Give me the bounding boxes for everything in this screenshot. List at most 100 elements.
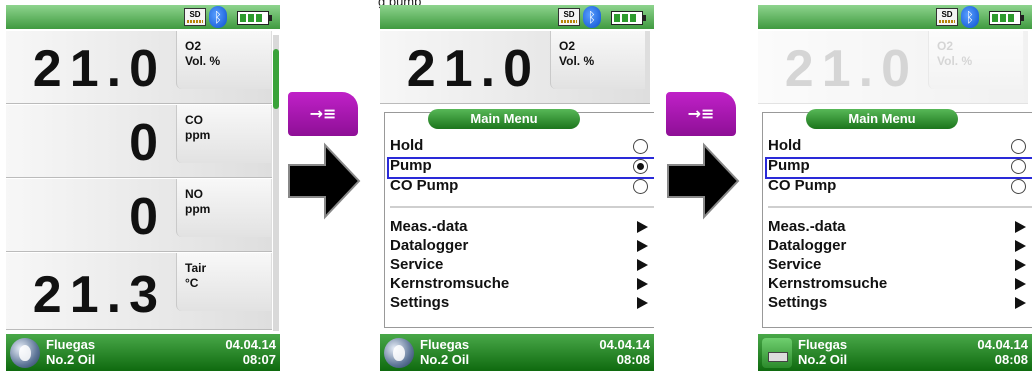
- status-bar: SD ᛒ: [758, 5, 1032, 29]
- reading-label-box: O2 Vol. %: [550, 31, 645, 89]
- fuel-name: No.2 Oil: [420, 352, 470, 367]
- menu-title: Main Menu: [428, 109, 580, 129]
- reading-label-box: Tair °C: [176, 253, 271, 311]
- fuel-name: No.2 Oil: [798, 352, 848, 367]
- menu-item-settings[interactable]: Settings: [768, 294, 827, 312]
- reading-name: O2: [559, 39, 576, 53]
- submenu-arrow-icon: [637, 221, 648, 233]
- sd-card-icon: SD: [184, 8, 206, 26]
- reading-panel-no: 0 NO ppm: [6, 179, 272, 252]
- submenu-arrow-icon: [1015, 278, 1026, 290]
- menu-item-meas-data[interactable]: Meas.-data: [390, 218, 468, 236]
- status-bar: SD ᛒ: [6, 5, 280, 29]
- arrow-right-icon: [288, 142, 361, 220]
- radio-co-pump[interactable]: [1011, 179, 1026, 194]
- reading-label-box: O2 Vol. %: [176, 31, 271, 89]
- date-label: 04.04.14: [977, 337, 1028, 352]
- screen-main-menu-pump-off: SD ᛒ 21.0 O2 Vol. % Main Menu Hold Pump …: [758, 5, 1032, 371]
- menu-separator: [768, 206, 1032, 208]
- submenu-arrow-icon: [637, 240, 648, 252]
- date-label: 04.04.14: [225, 337, 276, 352]
- menu-item-kernstromsuche[interactable]: Kernstromsuche: [768, 275, 887, 293]
- submenu-arrow-icon: [1015, 297, 1026, 309]
- flame-icon: [384, 338, 414, 368]
- fuel-name: No.2 Oil: [46, 352, 96, 367]
- menu-item-datalogger[interactable]: Datalogger: [768, 237, 846, 255]
- reading-unit: ppm: [185, 128, 211, 142]
- reading-value: 0: [129, 188, 166, 246]
- menu-item-service[interactable]: Service: [390, 256, 443, 274]
- radio-pump[interactable]: [633, 159, 648, 174]
- reading-panel-o2: 21.0 O2 Vol. %: [6, 31, 272, 104]
- menu-item-service[interactable]: Service: [768, 256, 821, 274]
- menu-item-kernstromsuche[interactable]: Kernstromsuche: [390, 275, 509, 293]
- submenu-arrow-icon: [1015, 221, 1026, 233]
- battery-icon: [611, 11, 646, 25]
- boiler-icon: [762, 338, 792, 368]
- reading-name: CO: [185, 113, 203, 127]
- flame-icon: [10, 338, 40, 368]
- footer-bar: Fluegas No.2 Oil 04.04.14 08:08: [380, 334, 654, 371]
- radio-hold[interactable]: [1011, 139, 1026, 154]
- menu-item-pump[interactable]: Pump: [768, 157, 810, 175]
- menu-title: Main Menu: [806, 109, 958, 129]
- sd-card-icon: SD: [936, 8, 958, 26]
- menu-item-hold[interactable]: Hold: [390, 137, 423, 155]
- status-bar: SD ᛒ: [380, 5, 654, 29]
- menu-item-co-pump[interactable]: CO Pump: [390, 177, 458, 195]
- scrollbar-thumb[interactable]: [273, 49, 279, 109]
- radio-pump[interactable]: [1011, 159, 1026, 174]
- reading-unit: Vol. %: [559, 54, 595, 68]
- arrow-right-icon: [667, 142, 740, 220]
- scrollbar[interactable]: [273, 35, 279, 331]
- reading-value: 21.0: [784, 40, 918, 98]
- submenu-arrow-icon: [1015, 240, 1026, 252]
- reading-unit: Vol. %: [185, 54, 221, 68]
- reading-name: NO: [185, 187, 203, 201]
- fuel-type: Fluegas: [420, 337, 470, 352]
- bluetooth-icon: ᛒ: [209, 6, 227, 28]
- time-label: 08:08: [616, 352, 650, 367]
- footer-bar: Fluegas No.2 Oil 04.04.14 08:08: [758, 334, 1032, 371]
- reading-value: 0: [129, 114, 166, 172]
- bluetooth-icon: ᛒ: [583, 6, 601, 28]
- menu-separator: [390, 206, 654, 208]
- reading-unit: ppm: [185, 202, 211, 216]
- fuel-type: Fluegas: [798, 337, 848, 352]
- reading-value: 21.3: [32, 266, 166, 324]
- menu-item-pump[interactable]: Pump: [390, 157, 432, 175]
- submenu-arrow-icon: [637, 278, 648, 290]
- reading-name: O2: [937, 39, 954, 53]
- battery-icon: [237, 11, 272, 25]
- screen-readings: SD ᛒ 21.0 O2 Vol. % 0 CO ppm 0 NO ppm 21…: [6, 5, 280, 371]
- reading-unit: °C: [185, 276, 199, 290]
- reading-label-box: CO ppm: [176, 105, 271, 163]
- bluetooth-icon: ᛒ: [961, 6, 979, 28]
- menu-item-settings[interactable]: Settings: [390, 294, 449, 312]
- reading-panel-o2: 21.0 O2 Vol. %: [380, 31, 650, 104]
- reading-panel-o2: 21.0 O2 Vol. %: [758, 31, 1028, 104]
- menu-softkey-button[interactable]: →≡: [288, 92, 358, 136]
- menu-item-meas-data[interactable]: Meas.-data: [768, 218, 846, 236]
- footer-bar: Fluegas No.2 Oil 04.04.14 08:07: [6, 334, 280, 371]
- submenu-arrow-icon: [1015, 259, 1026, 271]
- menu-item-datalogger[interactable]: Datalogger: [390, 237, 468, 255]
- menu-softkey-button[interactable]: →≡: [666, 92, 736, 136]
- reading-label-box: O2 Vol. %: [928, 31, 1023, 89]
- time-label: 08:08: [994, 352, 1028, 367]
- menu-item-hold[interactable]: Hold: [768, 137, 801, 155]
- submenu-arrow-icon: [637, 259, 648, 271]
- reading-label-box: NO ppm: [176, 179, 271, 237]
- reading-panel-co: 0 CO ppm: [6, 105, 272, 178]
- radio-co-pump[interactable]: [633, 179, 648, 194]
- reading-unit: Vol. %: [937, 54, 973, 68]
- screen-main-menu: SD ᛒ 21.0 O2 Vol. % Main Menu Hold Pump …: [380, 5, 654, 371]
- date-label: 04.04.14: [599, 337, 650, 352]
- reading-name: O2: [185, 39, 202, 53]
- battery-icon: [989, 11, 1024, 25]
- submenu-arrow-icon: [637, 297, 648, 309]
- time-label: 08:07: [242, 352, 276, 367]
- radio-hold[interactable]: [633, 139, 648, 154]
- fuel-type: Fluegas: [46, 337, 96, 352]
- menu-item-co-pump[interactable]: CO Pump: [768, 177, 836, 195]
